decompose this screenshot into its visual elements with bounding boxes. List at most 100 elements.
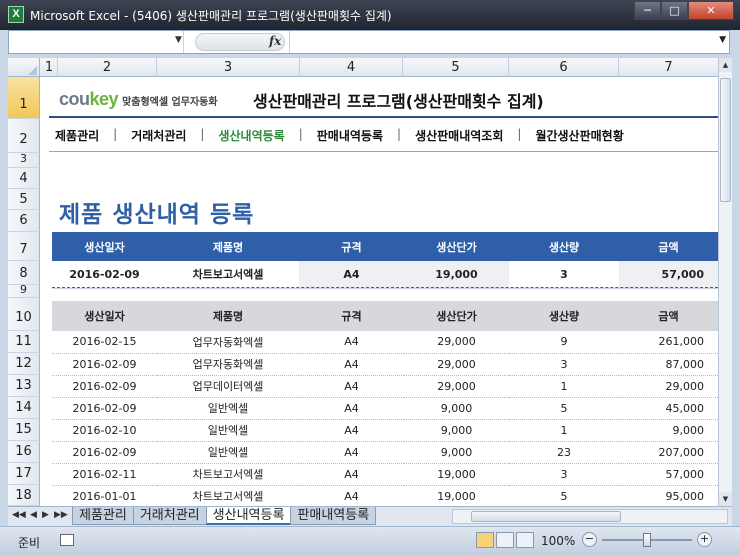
row-header[interactable]: 3 (8, 153, 40, 168)
spec-cell[interactable]: A4 (299, 353, 404, 376)
quantity-input[interactable]: 3 (509, 261, 619, 289)
spec-cell[interactable]: A4 (299, 261, 404, 289)
name-box[interactable] (9, 31, 184, 53)
normal-view-button[interactable] (476, 532, 494, 548)
zoom-in-icon[interactable]: + (697, 532, 712, 547)
amount-cell[interactable]: 261,000 (619, 331, 718, 354)
nav-item-sales-entry[interactable]: 판매내역등록 (317, 127, 383, 144)
production-date-input[interactable]: 2016-02-09 (52, 261, 157, 289)
sheet-tab-production-entry[interactable]: 생산내역등록 (205, 507, 292, 525)
vertical-scroll-thumb[interactable] (720, 78, 731, 202)
nav-item-clients[interactable]: 거래처관리 (131, 127, 186, 144)
unit-price-cell[interactable]: 9,000 (404, 397, 509, 420)
spec-cell[interactable]: A4 (299, 331, 404, 354)
row-header[interactable]: 4 (8, 168, 40, 189)
sheet-tab-products[interactable]: 제품관리 (72, 507, 134, 525)
quantity-cell[interactable]: 23 (509, 441, 619, 464)
amount-cell[interactable]: 45,000 (619, 397, 718, 420)
quantity-cell[interactable]: 3 (509, 463, 619, 486)
horizontal-scroll-thumb[interactable] (471, 511, 621, 522)
page-break-view-button[interactable] (516, 532, 534, 548)
product-cell[interactable]: 업무데이터엑셀 (157, 375, 299, 398)
column-header[interactable]: 4 (300, 58, 403, 77)
row-header[interactable]: 15 (8, 419, 40, 441)
date-cell[interactable]: 2016-02-11 (52, 463, 157, 486)
amount-cell[interactable]: 9,000 (619, 419, 718, 442)
amount-cell[interactable]: 29,000 (619, 375, 718, 398)
sheet-tab-sales-entry[interactable]: 판매내역등록 (290, 507, 377, 525)
amount-cell[interactable]: 57,000 (619, 261, 718, 289)
row-header[interactable]: 1 (8, 77, 40, 119)
first-sheet-icon[interactable]: ◀◀ (12, 510, 26, 520)
row-header[interactable]: 12 (8, 353, 40, 375)
scroll-down-icon[interactable]: ▼ (719, 492, 732, 506)
amount-cell[interactable]: 95,000 (619, 485, 718, 506)
row-header[interactable]: 8 (8, 261, 40, 285)
product-cell[interactable]: 일반엑셀 (157, 419, 299, 442)
amount-cell[interactable]: 87,000 (619, 353, 718, 376)
date-cell[interactable]: 2016-02-10 (52, 419, 157, 442)
quantity-cell[interactable]: 3 (509, 353, 619, 376)
unit-price-cell[interactable]: 29,000 (404, 375, 509, 398)
column-header[interactable]: 2 (58, 58, 157, 77)
vertical-scrollbar[interactable]: ▲ ▼ (718, 58, 732, 506)
spec-cell[interactable]: A4 (299, 419, 404, 442)
row-header[interactable]: 7 (8, 232, 40, 261)
zoom-out-icon[interactable]: − (582, 532, 597, 547)
insert-function-icon[interactable]: fx (269, 34, 281, 48)
row-header[interactable]: 13 (8, 375, 40, 397)
amount-cell[interactable]: 57,000 (619, 463, 718, 486)
column-header[interactable]: 5 (403, 58, 509, 77)
quantity-cell[interactable]: 5 (509, 485, 619, 506)
unit-price-cell[interactable]: 19,000 (404, 463, 509, 486)
minimize-button[interactable]: ─ (634, 1, 661, 20)
spec-cell[interactable]: A4 (299, 485, 404, 506)
row-header[interactable]: 11 (8, 331, 40, 353)
formula-input[interactable] (289, 31, 713, 53)
quantity-cell[interactable]: 1 (509, 375, 619, 398)
select-all-corner[interactable] (8, 58, 40, 77)
date-cell[interactable]: 2016-02-09 (52, 375, 157, 398)
excel-app-icon[interactable]: X (8, 6, 24, 23)
amount-cell[interactable]: 207,000 (619, 441, 718, 464)
page-layout-view-button[interactable] (496, 532, 514, 548)
column-header[interactable]: 7 (619, 58, 718, 77)
quantity-cell[interactable]: 9 (509, 331, 619, 354)
column-header[interactable]: 1 (41, 58, 58, 77)
prev-sheet-icon[interactable]: ◀ (30, 510, 37, 520)
unit-price-cell[interactable]: 9,000 (404, 419, 509, 442)
row-header[interactable]: 6 (8, 210, 40, 232)
unit-price-cell[interactable]: 19,000 (404, 261, 509, 289)
date-cell[interactable]: 2016-01-01 (52, 485, 157, 506)
product-name-input[interactable]: 차트보고서엑셀 (157, 261, 299, 289)
macro-record-icon[interactable] (60, 534, 74, 546)
spec-cell[interactable]: A4 (299, 441, 404, 464)
row-header[interactable]: 10 (8, 298, 40, 331)
row-header[interactable]: 14 (8, 397, 40, 419)
zoom-level[interactable]: 100% (541, 534, 575, 548)
name-box-dropdown-icon[interactable]: ▼ (175, 35, 182, 45)
expand-formula-bar-icon[interactable]: ▼ (719, 35, 726, 45)
maximize-button[interactable]: □ (661, 1, 688, 20)
last-sheet-icon[interactable]: ▶▶ (54, 510, 68, 520)
column-header[interactable]: 6 (509, 58, 619, 77)
unit-price-cell[interactable]: 29,000 (404, 353, 509, 376)
nav-item-monthly-status[interactable]: 월간생산판매현황 (535, 127, 623, 144)
row-header[interactable]: 16 (8, 441, 40, 463)
product-cell[interactable]: 일반엑셀 (157, 441, 299, 464)
row-header[interactable]: 5 (8, 189, 40, 210)
column-header[interactable]: 3 (157, 58, 300, 77)
row-header[interactable]: 9 (8, 284, 40, 298)
nav-item-products[interactable]: 제품관리 (55, 127, 99, 144)
close-button[interactable]: ✕ (688, 1, 734, 20)
sheet-tab-clients[interactable]: 거래처관리 (132, 507, 207, 525)
horizontal-scrollbar[interactable] (452, 509, 728, 524)
spec-cell[interactable]: A4 (299, 375, 404, 398)
quantity-cell[interactable]: 1 (509, 419, 619, 442)
unit-price-cell[interactable]: 9,000 (404, 441, 509, 464)
nav-item-production-entry[interactable]: 생산내역등록 (218, 127, 284, 144)
zoom-slider-thumb[interactable] (643, 533, 651, 547)
unit-price-cell[interactable]: 29,000 (404, 331, 509, 354)
unit-price-cell[interactable]: 19,000 (404, 485, 509, 506)
scroll-up-icon[interactable]: ▲ (719, 58, 732, 72)
